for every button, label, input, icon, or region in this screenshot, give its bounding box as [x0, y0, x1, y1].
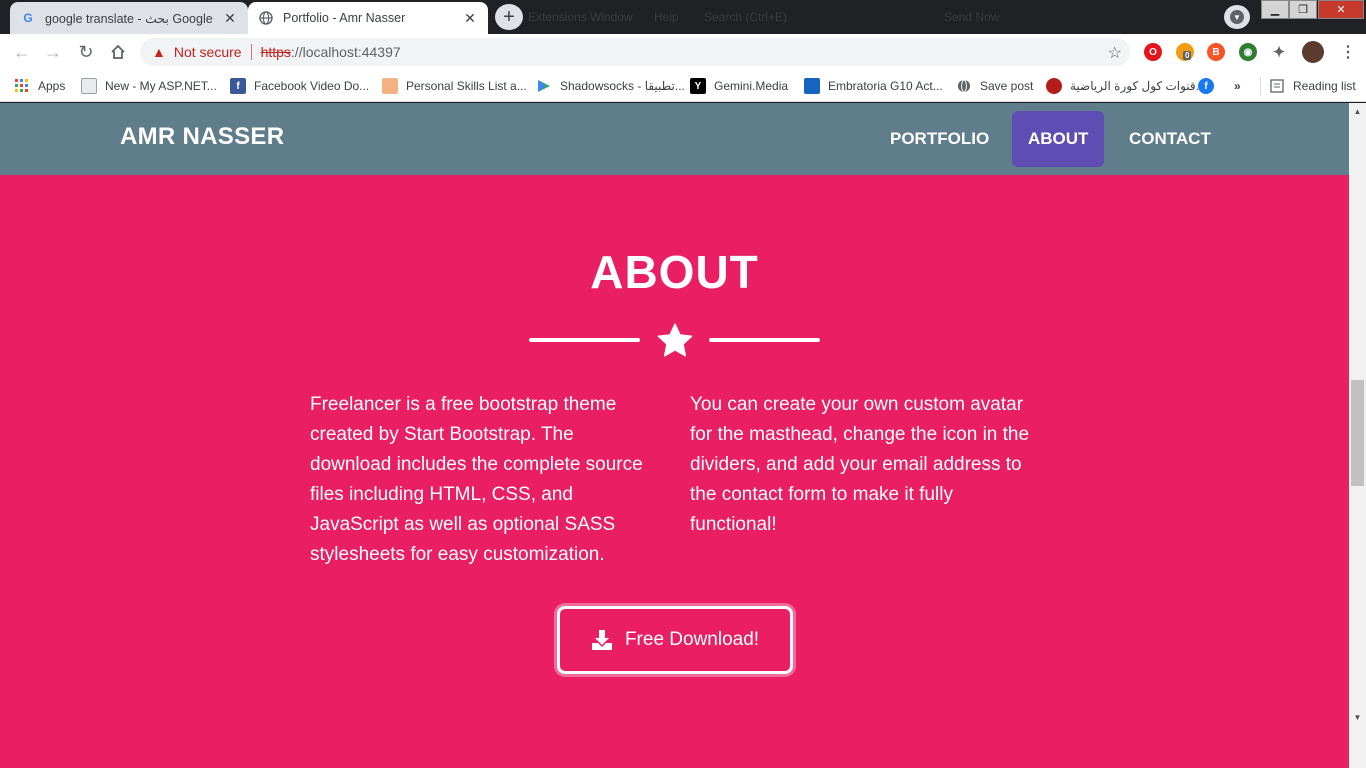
- download-icon: [591, 630, 612, 650]
- reading-list-label: Reading list: [1293, 79, 1356, 93]
- chevron-down-icon: ▼: [1230, 10, 1244, 24]
- security-label[interactable]: Not secure: [174, 44, 242, 60]
- bookmark-label: Gemini.Media: [714, 79, 789, 93]
- url-host: ://localhost:44397: [290, 44, 401, 60]
- tab-strip: G google translate - بحث Google ✕ Portfo…: [0, 0, 1366, 34]
- page-icon: [81, 78, 97, 94]
- page-viewport: AMR NASSER PORTFOLIO ABOUT CONTACT ABOUT…: [0, 103, 1349, 768]
- scroll-down-arrow-icon[interactable]: ▼: [1349, 709, 1366, 726]
- bookmark-item[interactable]: قنوات كول كورة الرياضية...: [1046, 77, 1206, 95]
- bookmark-item[interactable]: Y Gemini.Media: [690, 77, 788, 95]
- extension-badge-icon[interactable]: 0: [1176, 43, 1194, 61]
- reading-list-button[interactable]: Reading list: [1260, 77, 1356, 95]
- bookmark-label: Embratoria G10 Act...: [828, 79, 943, 93]
- divider-line-right: [709, 338, 820, 342]
- globe-extension-icon[interactable]: ◉: [1239, 43, 1257, 61]
- globe-icon: [956, 78, 972, 94]
- background-menu-item: Window: [590, 10, 633, 24]
- address-bar[interactable]: ▲ Not secure https ://localhost:44397 ☆: [140, 38, 1130, 66]
- home-icon: [111, 44, 125, 59]
- page-scrollbar[interactable]: ▲ ▼: [1349, 103, 1366, 768]
- bookmarks-bar: Apps New - My ASP.NET... f Facebook Vide…: [0, 70, 1366, 102]
- minimize-button[interactable]: ▁: [1261, 0, 1289, 19]
- tab-search-button[interactable]: ▼: [1224, 5, 1250, 29]
- bookmark-item[interactable]: f Facebook Video Do...: [230, 77, 369, 95]
- about-text-left: Freelancer is a free bootstrap theme cre…: [310, 394, 643, 565]
- bookmark-item[interactable]: f: [1198, 77, 1222, 95]
- bookmark-label: Facebook Video Do...: [254, 79, 370, 93]
- url-scheme: https: [260, 44, 291, 60]
- scrollbar-thumb[interactable]: [1351, 380, 1364, 486]
- background-menu-item: Send Now: [944, 10, 1000, 24]
- home-button[interactable]: [106, 40, 130, 64]
- tab-google-translate[interactable]: G google translate - بحث Google ✕: [10, 2, 248, 34]
- bookmark-label: Personal Skills List a...: [406, 79, 527, 93]
- maximize-button[interactable]: ❐: [1289, 0, 1317, 19]
- bookmark-apps[interactable]: Apps: [14, 77, 65, 95]
- facebook-icon: f: [1198, 78, 1214, 94]
- opera-extension-icon[interactable]: O: [1144, 43, 1162, 61]
- background-menu-item: Help: [654, 10, 679, 24]
- bookmark-star-icon[interactable]: ☆: [1108, 43, 1122, 63]
- warning-icon: ▲: [152, 44, 166, 60]
- scroll-up-arrow-icon[interactable]: ▲: [1349, 103, 1366, 120]
- about-heading: ABOUT: [590, 246, 759, 298]
- download-button-label: Free Download!: [624, 629, 760, 650]
- tab-title: google translate - بحث Google: [45, 11, 213, 26]
- close-window-button[interactable]: ✕: [1318, 0, 1364, 19]
- globe-icon: [258, 10, 274, 26]
- forward-button[interactable]: →: [41, 40, 65, 64]
- facebook-square-icon: f: [230, 78, 246, 94]
- bookmark-label: New - My ASP.NET...: [105, 79, 217, 93]
- bookmark-label: قنوات كول كورة الرياضية...: [1070, 79, 1206, 93]
- reading-list-icon: [1269, 78, 1285, 94]
- close-icon[interactable]: ✕: [462, 10, 478, 26]
- omnibox-separator: [250, 44, 252, 60]
- bookmark-label: Save post: [980, 79, 1034, 93]
- back-button[interactable]: ←: [10, 40, 34, 64]
- browser-toolbar: ← → ↻ ▲ Not secure https ://localhost:44…: [0, 34, 1366, 70]
- bookmark-item[interactable]: New - My ASP.NET...: [81, 77, 217, 95]
- site-navbar: AMR NASSER PORTFOLIO ABOUT CONTACT: [0, 103, 1349, 175]
- star-icon: [657, 323, 693, 357]
- tab-portfolio[interactable]: Portfolio - Amr Nasser ✕: [248, 2, 488, 34]
- bookmark-label: Shadowsocks - تطبيقا...: [560, 79, 685, 93]
- bookmarks-overflow-button[interactable]: »: [1234, 77, 1241, 95]
- bookmark-item[interactable]: Personal Skills List a...: [382, 77, 527, 95]
- embratoria-icon: [804, 78, 820, 94]
- bookmark-item[interactable]: Shadowsocks - تطبيقا...: [536, 77, 685, 95]
- bookmark-label: Apps: [38, 79, 66, 93]
- sports-icon: [1046, 78, 1062, 94]
- divider-line-left: [529, 338, 640, 342]
- google-icon: G: [23, 11, 33, 25]
- tab-title: Portfolio - Amr Nasser: [283, 11, 406, 25]
- reload-button[interactable]: ↻: [74, 40, 98, 64]
- brave-extension-icon[interactable]: B: [1207, 43, 1225, 61]
- about-text-right: You can create your own custom avatar fo…: [690, 394, 1030, 535]
- play-store-icon: [536, 78, 552, 94]
- new-tab-button[interactable]: +: [495, 4, 523, 30]
- background-menu-item: Extensions: [528, 10, 587, 24]
- extensions-puzzle-icon[interactable]: ✦: [1270, 43, 1288, 61]
- extension-badge: 0: [1183, 51, 1192, 60]
- nav-link-contact[interactable]: CONTACT: [1113, 111, 1227, 167]
- background-menu-item: Search (Ctrl+E): [704, 10, 788, 24]
- bookmark-item[interactable]: Save post: [956, 77, 1033, 95]
- skills-icon: [382, 78, 398, 94]
- close-icon[interactable]: ✕: [222, 10, 238, 26]
- apps-grid-icon: [14, 78, 30, 94]
- nav-link-about[interactable]: ABOUT: [1012, 111, 1105, 167]
- site-brand[interactable]: AMR NASSER: [120, 123, 284, 151]
- free-download-button[interactable]: Free Download!: [557, 606, 793, 674]
- y-icon: Y: [690, 78, 706, 94]
- profile-avatar[interactable]: [1302, 41, 1324, 63]
- nav-link-portfolio[interactable]: PORTFOLIO: [874, 111, 1005, 167]
- menu-kebab-icon[interactable]: ⋮: [1340, 42, 1356, 62]
- bookmark-item[interactable]: Embratoria G10 Act...: [804, 77, 943, 95]
